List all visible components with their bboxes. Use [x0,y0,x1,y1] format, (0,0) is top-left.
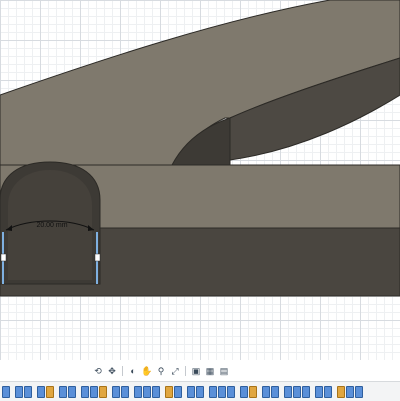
model-body[interactable] [0,0,400,360]
timeline-feature[interactable] [24,385,32,398]
canvas-viewport[interactable]: 20.00 mm [0,0,400,360]
timeline-feature[interactable] [209,385,217,398]
look-at-icon[interactable]: ◐ [127,365,139,377]
timeline-feature[interactable] [46,385,54,398]
timeline-feature[interactable] [121,385,129,398]
timeline-feature[interactable] [315,385,323,398]
timeline-feature[interactable] [302,385,310,398]
timeline-feature[interactable] [337,385,345,398]
timeline-feature[interactable] [355,385,363,398]
timeline-feature[interactable] [165,385,173,398]
timeline-feature[interactable] [240,385,248,398]
timeline-feature[interactable] [134,385,142,398]
timeline-feature[interactable] [90,385,98,398]
timeline-feature[interactable] [99,385,107,398]
display-settings-icon[interactable]: ▣ [190,365,202,377]
timeline-feature[interactable] [15,385,23,398]
pan-icon[interactable]: ✥ [106,365,118,377]
timeline-feature[interactable] [112,385,120,398]
timeline-feature[interactable] [346,385,354,398]
timeline-feature[interactable] [218,385,226,398]
timeline-feature[interactable] [59,385,67,398]
grid-settings-icon[interactable]: ▦ [204,365,216,377]
edge-marker-right [94,253,101,262]
timeline-feature[interactable] [68,385,76,398]
dimension-label[interactable]: 20.00 mm [26,222,78,229]
timeline-feature[interactable] [271,385,279,398]
timeline-feature[interactable] [284,385,292,398]
timeline-feature[interactable] [196,385,204,398]
timeline-feature[interactable] [293,385,301,398]
fit-icon[interactable]: ⤢ [169,365,181,377]
timeline-feature[interactable] [81,385,89,398]
navigation-toolbar: ⟲ ✥ ◐ ✋ ⚲ ⤢ ▣ ▦ ▤ [92,364,230,378]
hand-icon[interactable]: ✋ [141,365,153,377]
timeline-feature[interactable] [324,385,332,398]
toolbar-divider [185,366,186,376]
toolbar-divider [122,366,123,376]
timeline-feature[interactable] [2,385,10,398]
zoom-icon[interactable]: ⚲ [155,365,167,377]
viewports-icon[interactable]: ▤ [218,365,230,377]
timeline-feature[interactable] [187,385,195,398]
orbit-icon[interactable]: ⟲ [92,365,104,377]
timeline-feature[interactable] [262,385,270,398]
timeline-bar [0,381,400,401]
timeline-feature[interactable] [152,385,160,398]
timeline-feature[interactable] [227,385,235,398]
timeline-feature[interactable] [249,385,257,398]
timeline-feature[interactable] [143,385,151,398]
edge-marker-left [0,253,7,262]
timeline-feature[interactable] [174,385,182,398]
timeline-feature[interactable] [37,385,45,398]
